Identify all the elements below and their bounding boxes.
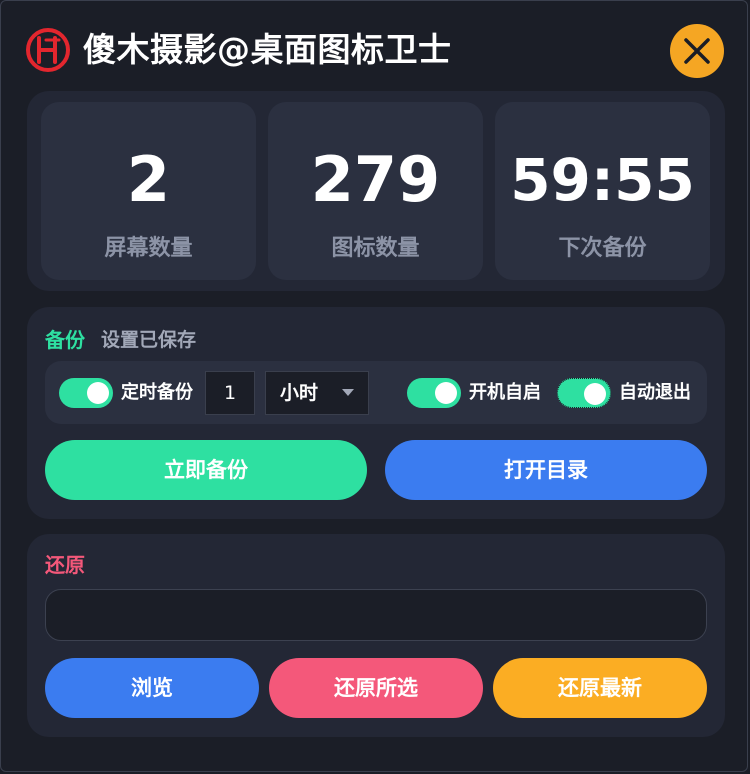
next-backup-label: 下次备份 bbox=[558, 236, 647, 261]
icon-count-value: 279 bbox=[310, 143, 441, 216]
backup-options-row: 定时备份 小时 开机自启 自动退出 bbox=[45, 361, 707, 424]
settings-saved-status: 设置已保存 bbox=[101, 329, 197, 351]
restore-selected-button[interactable]: 还原所选 bbox=[269, 658, 483, 718]
restore-latest-button[interactable]: 还原最新 bbox=[493, 658, 707, 718]
restore-panel: 还原 浏览 还原所选 还原最新 bbox=[27, 534, 725, 737]
autostart-toggle[interactable] bbox=[407, 378, 461, 408]
icon-count-label: 图标数量 bbox=[331, 236, 420, 261]
stat-card-screens: 2 屏幕数量 bbox=[41, 102, 256, 280]
open-directory-button[interactable]: 打开目录 bbox=[385, 440, 707, 500]
stat-card-next-backup: 59:55 下次备份 bbox=[495, 102, 710, 280]
app-title: 傻木摄影@桌面图标卫士 bbox=[83, 30, 452, 69]
auto-exit-label: 自动退出 bbox=[619, 382, 691, 403]
backup-interval-input[interactable] bbox=[205, 371, 255, 415]
screen-count-value: 2 bbox=[126, 143, 171, 216]
toggle-knob bbox=[584, 383, 606, 405]
screen-count-label: 屏幕数量 bbox=[104, 236, 193, 261]
toggle-knob bbox=[87, 382, 109, 404]
scheduled-backup-label: 定时备份 bbox=[121, 382, 193, 403]
browse-button[interactable]: 浏览 bbox=[45, 658, 259, 718]
stat-card-icons: 279 图标数量 bbox=[268, 102, 483, 280]
stats-panel: 2 屏幕数量 279 图标数量 59:55 下次备份 bbox=[27, 91, 725, 291]
backup-section-title: 备份 bbox=[45, 328, 85, 352]
interval-unit-select[interactable]: 小时 bbox=[265, 371, 369, 415]
toggle-knob bbox=[435, 382, 457, 404]
next-backup-countdown: 59:55 bbox=[510, 146, 695, 214]
scheduled-backup-toggle[interactable] bbox=[59, 378, 113, 408]
autostart-label: 开机自启 bbox=[469, 382, 541, 403]
logo-badge-icon bbox=[25, 27, 71, 73]
interval-unit-value: 小时 bbox=[280, 382, 319, 404]
chevron-down-icon bbox=[342, 389, 354, 396]
restore-section-title: 还原 bbox=[45, 553, 85, 577]
close-icon bbox=[684, 38, 710, 64]
backup-now-button[interactable]: 立即备份 bbox=[45, 440, 367, 500]
backup-panel: 备份 设置已保存 定时备份 小时 开机自启 自动退出 立即备份 bbox=[27, 307, 725, 519]
auto-exit-toggle[interactable] bbox=[557, 378, 611, 408]
title-bar: 傻木摄影@桌面图标卫士 bbox=[1, 1, 750, 93]
restore-path-input[interactable] bbox=[45, 589, 707, 641]
close-button[interactable] bbox=[670, 24, 724, 78]
app-window: 傻木摄影@桌面图标卫士 2 屏幕数量 279 图标数量 59:55 下次备份 备… bbox=[0, 0, 748, 772]
